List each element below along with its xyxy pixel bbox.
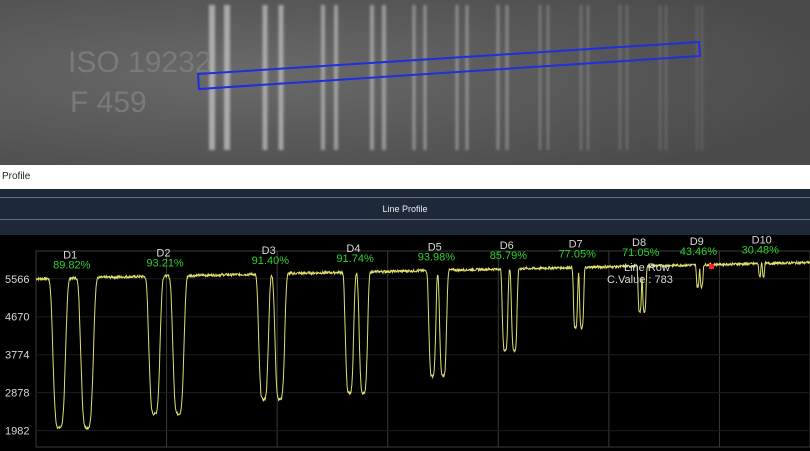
cursor-marker[interactable] — [709, 264, 714, 269]
y-tick-label: 5566 — [5, 274, 29, 286]
y-tick-label: 4670 — [5, 312, 29, 324]
xray-background — [0, 0, 810, 165]
overlay-line-row-text: Line Row — [624, 262, 670, 274]
plate-text-iso: ISO 19232 — [68, 46, 211, 79]
dip-percent: 91.40% — [252, 255, 290, 267]
plate-text-code: F 459 — [70, 86, 147, 119]
xray-image: ISO 19232 F 459 — [0, 0, 810, 165]
iqi-wire — [665, 5, 667, 150]
iqi-wire — [412, 5, 416, 150]
iqi-wire — [262, 5, 268, 150]
dip-percent: 43.46% — [680, 246, 718, 258]
chart-grid — [35, 250, 810, 448]
chart-frame — [35, 250, 810, 448]
overlay-cvalue-text: C.Value : 783 — [607, 274, 673, 286]
iqi-wire — [278, 5, 284, 150]
iqi-wire — [547, 5, 549, 150]
iqi-wire — [696, 5, 698, 150]
profile-chart-svg: 55664670377428781982 D189.82%D293.21%D39… — [5, 235, 810, 448]
line-profile-chart[interactable]: 5566 4670 3774 2878 1982 D1 89.82% D2 93.21% D3 9… — [0, 235, 810, 451]
header-divider-top — [0, 197, 810, 198]
dip-percent: 77.05% — [559, 248, 597, 260]
dip-percent: 85.79% — [490, 250, 528, 262]
iqi-wire — [626, 5, 628, 150]
iqi-wire — [505, 5, 509, 150]
iqi-wire — [465, 5, 469, 150]
iqi-wire — [659, 5, 661, 150]
dip-percent: 93.98% — [418, 251, 456, 263]
iqi-wire — [423, 5, 427, 150]
iqi-wire — [587, 5, 589, 150]
y-tick-label: 3774 — [5, 350, 29, 362]
y-tick-label: 1982 — [5, 426, 29, 438]
xray-image-canvas: ISO 19232 F 459 — [0, 0, 810, 165]
iqi-wire — [580, 5, 582, 150]
profile-line — [35, 259, 810, 431]
profile-window-titlebar: Profile — [0, 165, 810, 189]
iqi-wire — [496, 5, 500, 150]
iqi-wire — [701, 5, 703, 150]
line-profile-header: Line Profile — [0, 189, 810, 235]
dip-percent: 71.05% — [622, 247, 660, 259]
y-axis: 5566 4670 3774 2878 1982 — [5, 274, 29, 438]
header-divider-bottom — [0, 219, 810, 220]
iqi-wire — [334, 5, 338, 150]
y-tick-label: 2878 — [5, 388, 29, 400]
dip-percent: 89.82% — [53, 259, 91, 271]
iqi-wire — [224, 5, 230, 150]
iqi-wire — [619, 5, 621, 150]
iqi-wire — [539, 5, 541, 150]
dip-percent: 93.21% — [146, 257, 184, 269]
dip-percent: 30.48% — [742, 245, 780, 257]
iqi-wire — [321, 5, 325, 150]
dip-percent: 91.74% — [336, 253, 374, 265]
iqi-wire — [455, 5, 459, 150]
window-title: Profile — [2, 171, 31, 182]
panel-title: Line Profile — [382, 204, 428, 214]
